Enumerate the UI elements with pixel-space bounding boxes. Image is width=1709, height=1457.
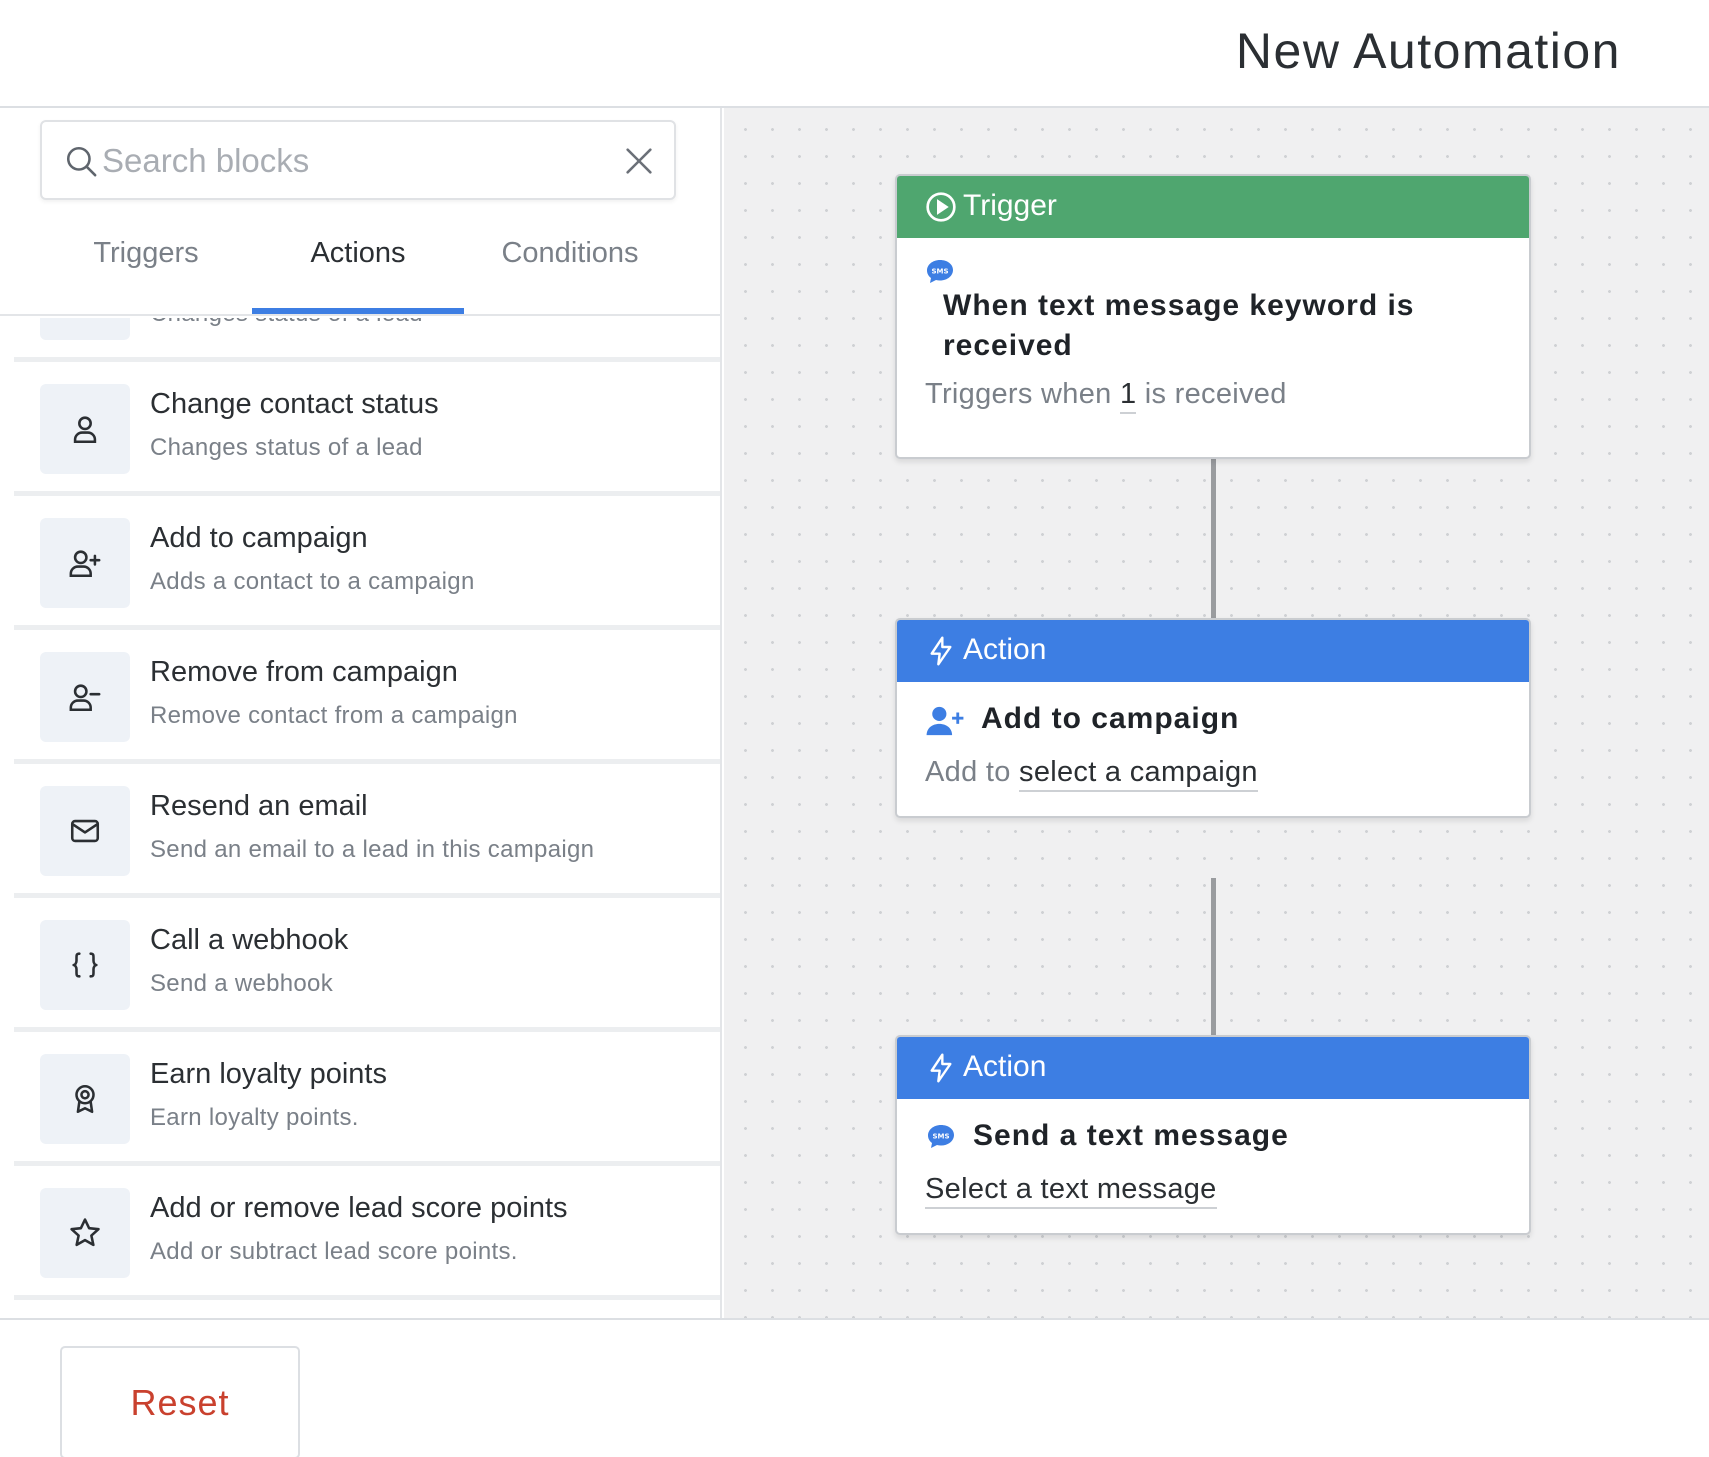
block-item-remove-from-campaign[interactable]: Remove from campaign Remove contact from…	[14, 630, 720, 764]
node-title-line: When text message keyword is	[943, 289, 1415, 322]
block-item-change-contact-status[interactable]: Change contact status Changes status of …	[14, 362, 720, 496]
block-description: Changes status of a lead	[150, 434, 423, 461]
search-input[interactable]	[102, 136, 602, 186]
subtitle-suffix: is received	[1144, 378, 1287, 410]
user-minus-icon	[40, 652, 130, 742]
block-description: Remove contact from a campaign	[150, 702, 518, 729]
block-item-call-webhook[interactable]: Call a webhook Send a webhook	[14, 898, 720, 1032]
block-title: Earn loyalty points	[150, 1058, 387, 1090]
block-title: Call a webhook	[150, 924, 349, 956]
node-subtitle: Triggers when 1 is received	[925, 378, 1287, 414]
lightning-icon	[930, 1053, 952, 1083]
page-title: New Automation	[1235, 23, 1621, 79]
envelope-icon	[40, 786, 130, 876]
action-node-header: Action	[897, 1037, 1529, 1099]
block-description: Add or subtract lead score points.	[150, 1238, 518, 1265]
trigger-node-header: Trigger	[897, 176, 1529, 238]
select-campaign-link[interactable]: select a campaign	[1019, 756, 1258, 792]
block-description: Earn loyalty points.	[150, 1104, 359, 1131]
active-tab-indicator	[252, 308, 464, 314]
node-header-label: Action	[963, 1050, 1047, 1083]
tab-label: Actions	[310, 237, 406, 269]
action-node-header: Action	[897, 620, 1529, 682]
action-node-send-text-message[interactable]: Action SMS Send a text message Select a …	[895, 1035, 1531, 1235]
block-tabs: Triggers Actions Conditions	[0, 218, 720, 316]
close-icon[interactable]	[622, 144, 656, 178]
svg-text:SMS: SMS	[932, 1133, 949, 1141]
top-header: New Automation	[0, 0, 1709, 108]
keyword-link[interactable]: 1	[1119, 378, 1137, 414]
node-header-label: Trigger	[963, 189, 1057, 222]
block-item-lead-score-points[interactable]: Add or remove lead score points Add or s…	[14, 1166, 720, 1300]
play-circle-icon	[926, 192, 956, 222]
node-title: When text message keyword is received	[943, 286, 1415, 366]
node-title: Add to campaign	[981, 702, 1240, 735]
block-title: Resend an email	[150, 790, 368, 822]
subtitle-prefix: Triggers when	[925, 378, 1112, 410]
node-title: Send a text message	[973, 1119, 1289, 1152]
sms-icon: SMS	[928, 1125, 954, 1148]
star-icon	[40, 1188, 130, 1278]
block-item-change-status[interactable]: Changes status of a lead	[14, 318, 720, 362]
block-item-earn-loyalty-points[interactable]: Earn loyalty points Earn loyalty points.	[14, 1032, 720, 1166]
lightning-icon	[930, 636, 952, 666]
tab-conditions[interactable]: Conditions	[464, 218, 676, 314]
block-list[interactable]: Changes status of a lead Change contact …	[0, 318, 720, 1318]
action-node-add-to-campaign[interactable]: Action Add to campaign Add to select a c…	[895, 618, 1531, 818]
trigger-node[interactable]: Trigger SMS When text message keyword is…	[895, 174, 1531, 459]
select-text-message-link[interactable]: Select a text message	[925, 1173, 1217, 1209]
braces-icon	[40, 920, 130, 1010]
search-box[interactable]	[40, 120, 676, 200]
node-subtitle: Select a text message	[925, 1173, 1217, 1209]
workflow-canvas[interactable]: Trigger SMS When text message keyword is…	[724, 108, 1709, 1318]
tab-label: Conditions	[501, 237, 639, 269]
user-plus-icon	[40, 518, 130, 608]
search-icon	[66, 146, 97, 177]
svg-text:SMS: SMS	[931, 268, 948, 276]
block-description: Adds a contact to a campaign	[150, 568, 475, 595]
block-library-sidebar: Triggers Actions Conditions Changes stat…	[0, 108, 722, 1318]
user-plus-icon	[926, 706, 964, 736]
user-icon	[40, 384, 130, 474]
block-title: Remove from campaign	[150, 656, 458, 688]
calendar-icon	[40, 318, 130, 340]
block-description: Changes status of a lead	[150, 318, 423, 328]
reset-button[interactable]: Reset	[60, 1346, 300, 1457]
node-title-line: received	[943, 329, 1073, 362]
block-description: Send an email to a lead in this campaign	[150, 836, 595, 863]
footer-bar: Reset	[0, 1318, 1709, 1457]
block-description: Send a webhook	[150, 970, 334, 997]
tab-triggers[interactable]: Triggers	[40, 218, 252, 314]
tab-actions[interactable]: Actions	[252, 218, 464, 314]
block-item-add-to-campaign[interactable]: Add to campaign Adds a contact to a camp…	[14, 496, 720, 630]
node-subtitle: Add to select a campaign	[925, 756, 1258, 792]
sms-icon: SMS	[927, 260, 953, 283]
block-title: Change contact status	[150, 388, 439, 420]
block-item-resend-email[interactable]: Resend an email Send an email to a lead …	[14, 764, 720, 898]
subtitle-prefix: Add to	[925, 756, 1011, 788]
award-icon	[40, 1054, 130, 1144]
block-title: Add or remove lead score points	[150, 1192, 568, 1224]
block-title: Add to campaign	[150, 522, 368, 554]
tab-label: Triggers	[93, 237, 199, 269]
node-header-label: Action	[963, 633, 1047, 666]
